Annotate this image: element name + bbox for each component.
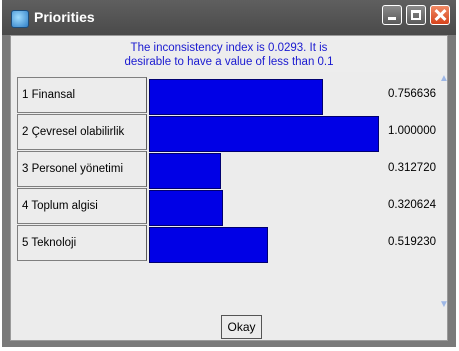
minimize-button[interactable] — [382, 5, 402, 25]
info-line-2: desirable to have a value of less than 0… — [124, 56, 334, 68]
close-button[interactable] — [430, 5, 450, 25]
priority-bar — [149, 153, 221, 189]
app-icon — [11, 10, 29, 28]
priority-row: 3 Personel yönetimi 0.312720 — [17, 151, 442, 189]
priority-label: 4 Toplum algisi — [17, 188, 147, 224]
priority-row: 2 Çevresel olabilirlik 1.000000 — [17, 114, 442, 152]
priority-bar — [149, 116, 379, 152]
priority-bar — [149, 190, 223, 226]
priority-value: 1.000000 — [388, 125, 436, 137]
priority-bar — [149, 79, 323, 115]
priority-label: 3 Personel yönetimi — [17, 151, 147, 187]
okay-button[interactable]: Okay — [221, 315, 262, 339]
priorities-window: Priorities The inconsistency index is 0.… — [2, 0, 456, 347]
scrollbar[interactable]: ▲ ▼ — [437, 73, 449, 313]
scroll-down-icon[interactable]: ▼ — [437, 299, 451, 313]
priority-bar — [149, 227, 268, 263]
inconsistency-info: The inconsistency index is 0.0293. It is… — [11, 36, 447, 72]
priority-value: 0.756636 — [388, 88, 436, 100]
priority-value: 0.312720 — [388, 162, 436, 174]
priority-value: 0.519230 — [388, 236, 436, 248]
priority-row: 5 Teknoloji 0.519230 — [17, 225, 442, 263]
priority-row: 4 Toplum algisi 0.320624 — [17, 188, 442, 226]
priorities-list: 1 Finansal 0.756636 2 Çevresel olabilirlik… — [11, 73, 447, 313]
content-panel: The inconsistency index is 0.0293. It is… — [10, 35, 449, 341]
scroll-up-icon[interactable]: ▲ — [437, 73, 451, 87]
info-line-1: The inconsistency index is 0.0293. It is — [130, 42, 328, 54]
priority-label: 5 Teknoloji — [17, 225, 147, 261]
priority-row: 1 Finansal 0.756636 — [17, 77, 442, 115]
priority-value: 0.320624 — [388, 199, 436, 211]
priority-label: 2 Çevresel olabilirlik — [17, 114, 147, 150]
priority-label: 1 Finansal — [17, 77, 147, 113]
window-title: Priorities — [34, 9, 95, 25]
maximize-button[interactable] — [406, 5, 426, 25]
title-bar: Priorities — [2, 0, 456, 35]
